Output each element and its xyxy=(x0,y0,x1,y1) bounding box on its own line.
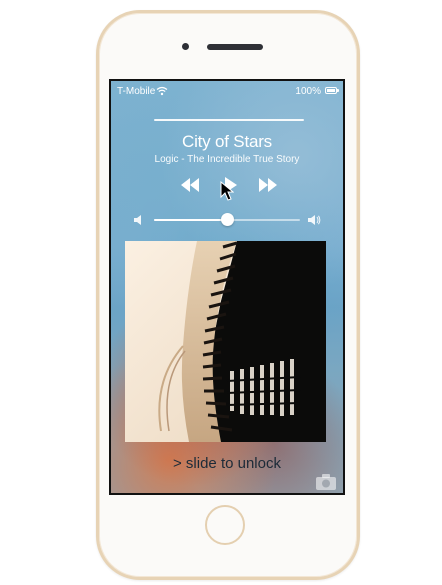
battery-icon xyxy=(325,87,339,94)
mouse-cursor-icon xyxy=(220,181,234,201)
slide-to-unlock[interactable]: > slide to unlock xyxy=(111,455,343,472)
wifi-icon xyxy=(156,86,168,96)
volume-thumb[interactable] xyxy=(221,213,234,226)
earpiece-speaker xyxy=(207,44,263,50)
volume-high-icon xyxy=(308,215,321,225)
front-camera xyxy=(182,43,189,50)
album-artwork-image xyxy=(125,241,326,442)
volume-low-icon xyxy=(134,215,141,225)
album-artwork xyxy=(125,241,326,442)
lock-screen: T-Mobile 100% City of Stars Logic - The … xyxy=(109,79,345,495)
volume-slider[interactable] xyxy=(154,213,300,226)
carrier-label: T-Mobile xyxy=(117,86,156,97)
rewind-icon[interactable] xyxy=(178,173,202,197)
status-bar: T-Mobile 100% xyxy=(111,81,343,103)
volume-level xyxy=(154,219,227,221)
volume-control xyxy=(111,213,343,227)
home-button[interactable] xyxy=(205,505,245,545)
camera-icon[interactable] xyxy=(315,473,337,491)
playback-scrubber[interactable] xyxy=(154,119,304,121)
fast-forward-icon[interactable] xyxy=(256,173,280,197)
track-subtitle: Logic - The Incredible True Story xyxy=(154,154,300,165)
track-title: City of Stars xyxy=(182,132,272,151)
battery-percentage: 100% xyxy=(295,86,321,97)
